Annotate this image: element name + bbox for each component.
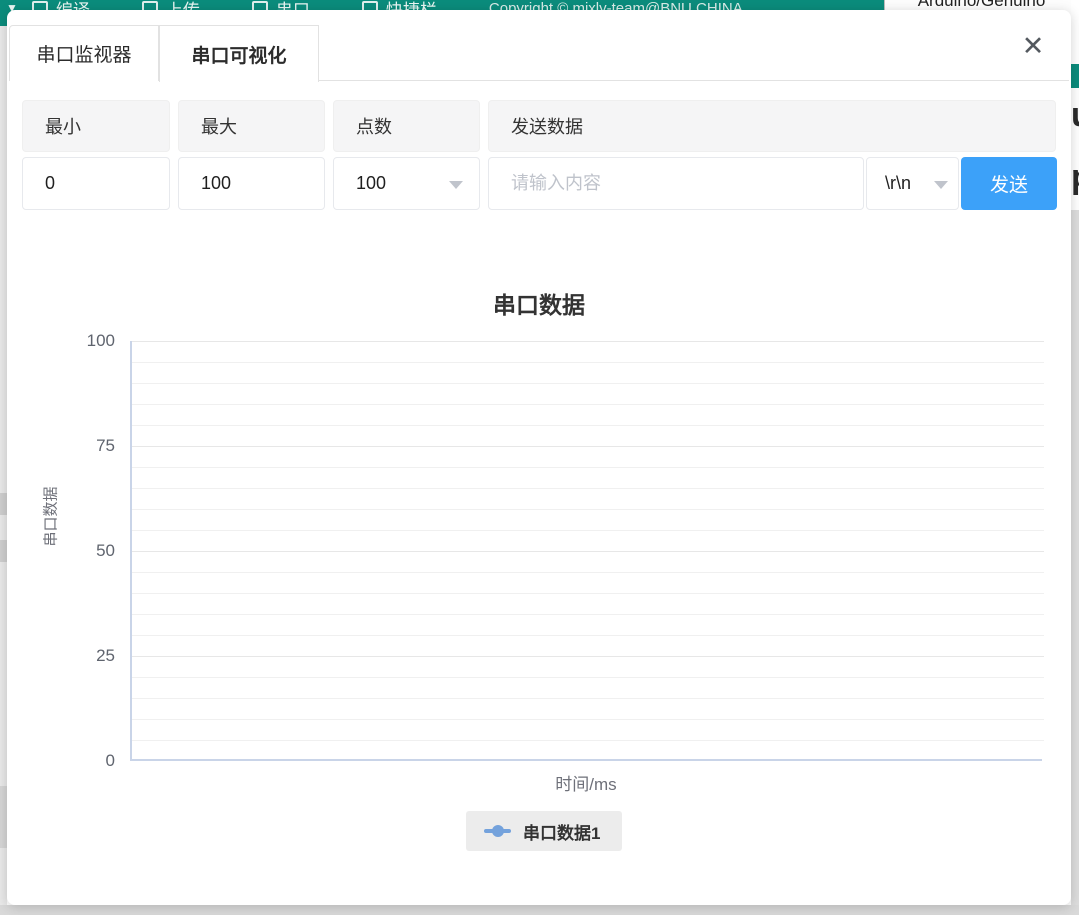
legend-label: 串口数据1 — [523, 819, 600, 844]
gridline — [132, 530, 1044, 531]
min-input[interactable]: 0 — [22, 157, 170, 210]
left-edge-segment — [0, 786, 7, 848]
gridline — [132, 572, 1044, 573]
y-tick-label: 0 — [55, 751, 115, 771]
gridline — [132, 467, 1044, 468]
gridline — [132, 677, 1044, 678]
x-axis-label: 时间/ms — [130, 770, 1042, 795]
left-edge-segment — [0, 540, 7, 562]
chevron-down-icon — [449, 181, 463, 189]
gridline — [132, 341, 1044, 342]
gridline — [132, 425, 1044, 426]
left-edge-segment — [0, 493, 7, 515]
gridline — [132, 719, 1044, 720]
gridline — [132, 740, 1044, 741]
header-points: 点数 — [333, 100, 480, 152]
legend-item-serial-data-1[interactable]: 串口数据1 — [466, 811, 622, 851]
gridline — [132, 404, 1044, 405]
y-tick-label: 25 — [55, 646, 115, 666]
chart-title: 串口数据 — [7, 286, 1071, 320]
bottom-edge-strip — [0, 905, 1079, 915]
serial-visualization-dialog: ✕ 串口监视器 串口可视化 最小 最大 点数 发送数据 0 100 100 \r… — [7, 10, 1071, 905]
right-edge-strip: u p — [1071, 0, 1079, 915]
gridline — [132, 362, 1044, 363]
send-data-input[interactable] — [489, 158, 863, 209]
gridline — [132, 488, 1044, 489]
tab-serial-visualization[interactable]: 串口可视化 — [159, 25, 319, 82]
gridline — [132, 509, 1044, 510]
header-max: 最大 — [178, 100, 325, 152]
max-input[interactable]: 100 — [178, 157, 325, 210]
gridline — [132, 593, 1044, 594]
send-button[interactable]: 发送 — [961, 157, 1057, 210]
header-send-data: 发送数据 — [488, 100, 1056, 152]
background-text-fragment: p — [1071, 158, 1079, 197]
gridline — [132, 551, 1044, 552]
y-axis-label: 串口数据 — [40, 462, 61, 572]
tab-serial-monitor[interactable]: 串口监视器 — [9, 25, 159, 81]
y-tick-label: 75 — [55, 436, 115, 456]
app-window: ▼ 编译上传串口快捷栏Copyright © mixly-team@BNU,CH… — [0, 0, 1079, 915]
chevron-down-icon — [934, 181, 948, 189]
gridline — [132, 446, 1044, 447]
dialog-tabs: 串口监视器 串口可视化 — [9, 25, 1069, 81]
points-select-value: 100 — [356, 173, 386, 194]
background-text-fragment: u — [1071, 96, 1079, 135]
line-ending-select[interactable]: \r\n — [866, 157, 959, 210]
gridline — [132, 383, 1044, 384]
gridline — [132, 656, 1044, 657]
gridline — [132, 635, 1044, 636]
header-min: 最小 — [22, 100, 170, 152]
send-data-field[interactable] — [488, 157, 864, 210]
line-ending-value: \r\n — [885, 173, 911, 194]
right-edge-gray — [1071, 210, 1079, 905]
left-edge-strip — [0, 26, 7, 905]
chart-plot-area — [130, 341, 1042, 761]
y-tick-label: 50 — [55, 541, 115, 561]
gridline — [132, 698, 1044, 699]
points-select[interactable]: 100 — [333, 157, 480, 210]
right-edge-teal-fragment — [1071, 64, 1079, 88]
y-tick-label: 100 — [55, 331, 115, 351]
line-series-marker-icon — [484, 829, 511, 833]
gridline — [132, 614, 1044, 615]
